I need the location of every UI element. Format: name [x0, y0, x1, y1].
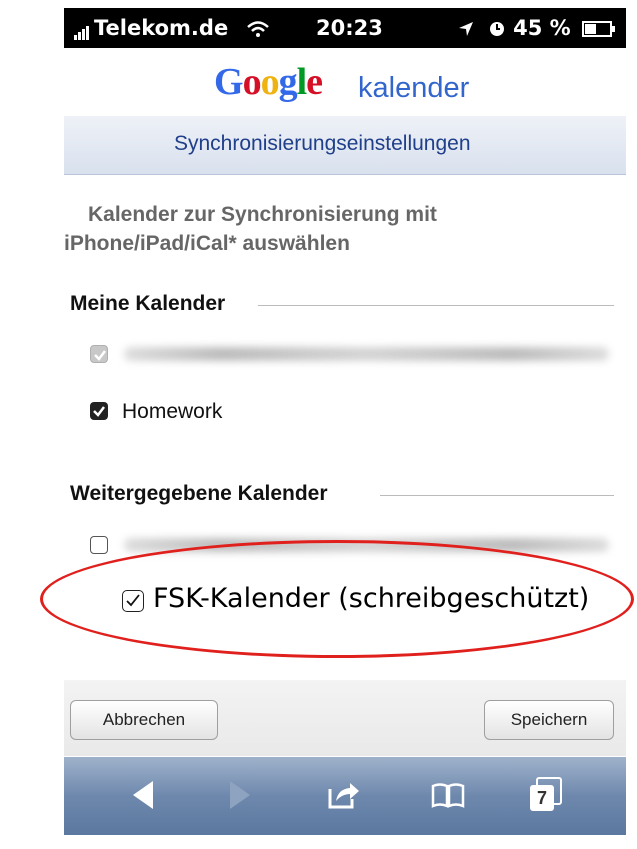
action-bar: Abbrechen Speichern — [64, 680, 626, 756]
bookmarks-icon[interactable] — [430, 777, 466, 813]
page-title-bar: Synchronisierungseinstellungen — [64, 116, 626, 175]
highlight-ellipse — [40, 540, 634, 658]
logo-letter: o — [260, 61, 280, 103]
battery-fill — [585, 24, 596, 34]
battery-icon — [582, 21, 615, 37]
logo-letter: g — [278, 61, 298, 103]
app-header: Google kalender — [64, 48, 626, 116]
divider — [380, 495, 614, 496]
calendar-label-primary-redacted — [124, 347, 609, 361]
checkmark-icon — [93, 406, 105, 417]
intro-text: Kalender zur Synchronisierung mit iPhone… — [64, 200, 584, 258]
alarm-icon — [489, 22, 504, 36]
share-icon[interactable] — [326, 777, 362, 813]
divider — [258, 305, 614, 306]
calendar-checkbox-homework[interactable] — [90, 402, 108, 420]
signal-strength-icon — [74, 16, 90, 40]
status-right: 45 % — [458, 16, 615, 40]
browser-toolbar: 7 — [64, 757, 626, 835]
cancel-button[interactable]: Abbrechen — [70, 700, 218, 740]
my-calendars-heading-label: Meine Kalender — [70, 292, 226, 315]
status-bar: Telekom.de 20:23 45 % — [64, 8, 626, 48]
logo-letter: l — [296, 61, 308, 103]
back-icon[interactable] — [129, 777, 157, 813]
intro-line-1: Kalender zur Synchronisierung mit — [88, 203, 437, 226]
calendar-checkbox-shared-1[interactable] — [90, 536, 108, 554]
battery-percent: 45 % — [513, 16, 571, 40]
location-icon — [459, 22, 474, 36]
page-title: Synchronisierungseinstellungen — [174, 132, 471, 155]
google-logo: Google — [214, 60, 323, 104]
logo-letter: G — [214, 61, 244, 103]
carrier: Telekom.de — [74, 16, 270, 40]
product-name: kalender — [358, 72, 470, 104]
wifi-icon — [246, 21, 269, 37]
clock: 20:23 — [316, 16, 383, 40]
intro-line-2: iPhone/iPad/iCal* auswählen — [64, 232, 350, 255]
shared-calendars-heading-label: Weitergegebene Kalender — [70, 482, 328, 505]
forward-icon[interactable] — [226, 777, 254, 813]
checkmark-icon — [94, 350, 106, 361]
tab-count: 7 — [530, 785, 554, 811]
logo-letter: e — [306, 61, 323, 103]
logo-letter: o — [242, 61, 262, 103]
save-button[interactable]: Speichern — [484, 700, 614, 740]
tabs-icon[interactable]: 7 — [530, 777, 562, 813]
calendar-label-homework: Homework — [122, 400, 223, 423]
carrier-name: Telekom.de — [94, 16, 229, 40]
shared-calendars-heading: Weitergegebene Kalender — [70, 482, 328, 506]
my-calendars-heading: Meine Kalender — [70, 292, 225, 316]
calendar-checkbox-primary[interactable] — [90, 345, 108, 363]
